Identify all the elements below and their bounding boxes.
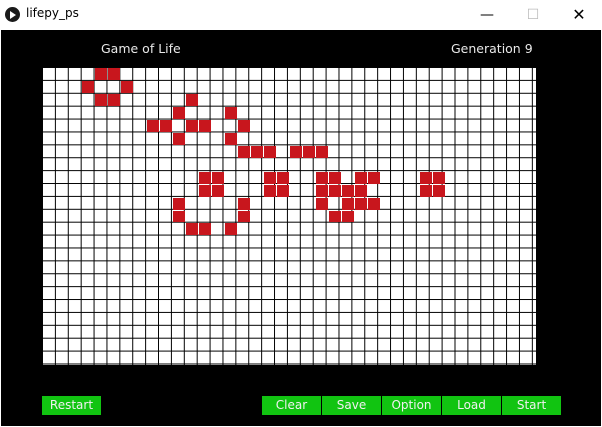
window-title: lifepy_ps bbox=[26, 6, 79, 20]
live-cell[interactable] bbox=[316, 145, 328, 158]
live-cell[interactable] bbox=[238, 210, 250, 223]
live-cell[interactable] bbox=[238, 119, 250, 132]
live-cell[interactable] bbox=[342, 197, 354, 210]
live-cell[interactable] bbox=[212, 171, 224, 184]
live-cell[interactable] bbox=[316, 171, 328, 184]
live-cell[interactable] bbox=[342, 184, 354, 197]
live-cell[interactable] bbox=[329, 184, 341, 197]
game-title: Game of Life bbox=[101, 41, 181, 56]
live-cell[interactable] bbox=[186, 223, 198, 236]
live-cell[interactable] bbox=[368, 197, 380, 210]
live-cell[interactable] bbox=[329, 210, 341, 223]
live-cell[interactable] bbox=[238, 197, 250, 210]
live-cell[interactable] bbox=[199, 184, 211, 197]
live-cell[interactable] bbox=[316, 197, 328, 210]
maximize-icon[interactable]: ☐ bbox=[510, 0, 556, 30]
save-button[interactable]: Save bbox=[322, 396, 381, 415]
live-cell[interactable] bbox=[199, 223, 211, 236]
minimize-icon[interactable]: — bbox=[464, 0, 510, 30]
live-cell[interactable] bbox=[160, 119, 172, 132]
live-cell[interactable] bbox=[264, 184, 276, 197]
generation-counter: Generation 9 bbox=[451, 41, 533, 56]
live-cell[interactable] bbox=[173, 210, 185, 223]
live-cell[interactable] bbox=[264, 171, 276, 184]
live-cell[interactable] bbox=[277, 171, 289, 184]
live-cell[interactable] bbox=[186, 119, 198, 132]
live-cell[interactable] bbox=[173, 132, 185, 145]
live-cell[interactable] bbox=[316, 184, 328, 197]
live-cell[interactable] bbox=[225, 132, 237, 145]
live-cell[interactable] bbox=[290, 145, 302, 158]
close-icon[interactable]: ✕ bbox=[556, 0, 602, 30]
live-cell[interactable] bbox=[355, 197, 367, 210]
live-cell[interactable] bbox=[173, 197, 185, 210]
live-cell[interactable] bbox=[420, 171, 432, 184]
load-button[interactable]: Load bbox=[442, 396, 501, 415]
option-button[interactable]: Option bbox=[382, 396, 441, 415]
live-cell[interactable] bbox=[433, 171, 445, 184]
live-cell[interactable] bbox=[238, 145, 250, 158]
live-cell[interactable] bbox=[355, 184, 367, 197]
live-cell[interactable] bbox=[121, 80, 133, 93]
live-cell[interactable] bbox=[420, 184, 432, 197]
live-cell[interactable] bbox=[225, 223, 237, 236]
live-cell[interactable] bbox=[147, 119, 159, 132]
live-cell[interactable] bbox=[95, 68, 107, 80]
live-cell[interactable] bbox=[212, 184, 224, 197]
game-canvas: Game of Life Generation 9 Restart Clear … bbox=[1, 30, 601, 426]
app-icon bbox=[5, 7, 20, 22]
live-cell[interactable] bbox=[433, 184, 445, 197]
live-cell[interactable] bbox=[173, 106, 185, 119]
live-cell[interactable] bbox=[186, 93, 198, 106]
life-grid[interactable] bbox=[42, 67, 536, 365]
live-cell[interactable] bbox=[264, 145, 276, 158]
live-cell[interactable] bbox=[199, 171, 211, 184]
live-cell[interactable] bbox=[342, 210, 354, 223]
clear-button[interactable]: Clear bbox=[262, 396, 321, 415]
live-cell[interactable] bbox=[368, 171, 380, 184]
restart-button[interactable]: Restart bbox=[42, 396, 101, 415]
start-button[interactable]: Start bbox=[502, 396, 561, 415]
live-cell[interactable] bbox=[355, 171, 367, 184]
live-cell[interactable] bbox=[108, 93, 120, 106]
live-cell[interactable] bbox=[82, 80, 94, 93]
live-cell[interactable] bbox=[108, 68, 120, 80]
live-cell[interactable] bbox=[251, 145, 263, 158]
title-bar: lifepy_ps — ☐ ✕ bbox=[0, 0, 602, 30]
live-cell[interactable] bbox=[95, 93, 107, 106]
live-cell[interactable] bbox=[303, 145, 315, 158]
live-cell[interactable] bbox=[329, 171, 341, 184]
live-cell[interactable] bbox=[199, 119, 211, 132]
live-cell[interactable] bbox=[277, 184, 289, 197]
live-cell[interactable] bbox=[225, 106, 237, 119]
